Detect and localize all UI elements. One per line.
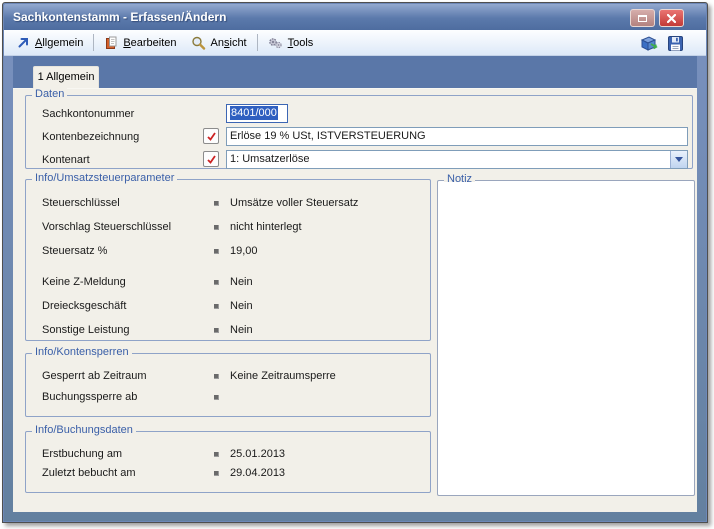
group-buchungsdaten: Info/Buchungsdaten Erstbuchung am 25.01.… [25, 424, 431, 493]
row-label: Steuersatz % [42, 245, 108, 257]
row-value: 29.04.2013 [230, 467, 286, 479]
maximize-button[interactable] [630, 9, 655, 27]
field-row-sachkontonummer: Sachkontonummer 8401/000 [26, 104, 692, 125]
bullet-icon [214, 374, 219, 379]
edit-document-icon [106, 36, 117, 49]
bullet-icon [214, 304, 219, 309]
group-kontensperren: Info/Kontensperren Gesperrt ab Zeitraum … [25, 346, 431, 417]
group-notiz: Notiz [437, 173, 695, 496]
magnifier-icon [191, 36, 205, 50]
red-check-icon [206, 131, 216, 141]
row-label: Keine Z-Meldung [42, 276, 126, 288]
info-row: Erstbuchung am 25.01.2013 [26, 443, 430, 462]
content-panel: Daten Sachkontonummer 8401/000 Kontenbez… [13, 88, 697, 512]
row-value: 25.01.2013 [230, 448, 286, 460]
menu-item-label: Bearbeiten [123, 36, 177, 49]
menu-item-tools[interactable]: Tools [261, 33, 321, 53]
menu-item-ansicht[interactable]: Ansicht [184, 33, 254, 53]
window-title: Sachkontenstamm - Erfassen/Ändern [13, 10, 227, 24]
bullet-icon [214, 471, 219, 476]
group-kontensperren-legend: Info/Kontensperren [32, 346, 132, 358]
kontenart-confirm-button[interactable] [203, 151, 219, 167]
row-label: Steuerschlüssel [42, 197, 120, 209]
row-value: Nein [230, 324, 253, 336]
bullet-icon [214, 280, 219, 285]
row-label: Vorschlag Steuerschlüssel [42, 221, 172, 233]
row-label: Buchungssperre ab [42, 391, 138, 403]
row-label: Erstbuchung am [42, 448, 123, 460]
bullet-icon [214, 328, 219, 333]
menu-item-bearbeiten[interactable]: Bearbeiten [97, 33, 183, 53]
info-row: Keine Z-Meldung Nein [26, 271, 430, 295]
gears-icon [268, 37, 282, 48]
toolbar-separator [256, 34, 258, 51]
row-label: Zuletzt bebucht am [42, 467, 136, 479]
group-buchungsdaten-legend: Info/Buchungsdaten [32, 424, 136, 436]
bullet-icon [214, 201, 219, 206]
sachkontonummer-label: Sachkontonummer [42, 108, 135, 120]
row-label: Sonstige Leistung [42, 324, 130, 336]
group-daten-legend: Daten [32, 88, 68, 100]
row-value: nicht hinterlegt [230, 221, 302, 233]
kontenbezeichnung-label: Kontenbezeichnung [42, 131, 140, 143]
menubar: Allgemein Bearbeiten Ansicht Tools [4, 30, 706, 56]
row-value: Keine Zeitraumsperre [230, 370, 336, 382]
row-value: 19,00 [230, 245, 258, 257]
maximize-icon [638, 14, 647, 22]
sachkontonummer-input[interactable]: 8401/000 [226, 104, 288, 123]
menu-item-label: Allgemein [35, 36, 84, 49]
close-button[interactable] [659, 9, 684, 27]
row-value: Nein [230, 276, 253, 288]
bullet-icon [214, 452, 219, 457]
info-row: Dreiecksgeschäft Nein [26, 295, 430, 319]
kontenart-label: Kontenart [42, 154, 90, 166]
sachkontonummer-value: 8401/000 [230, 106, 278, 120]
kontenart-dropdown-button[interactable] [670, 151, 687, 168]
arrow-up-right-icon [18, 38, 28, 48]
info-row: Vorschlag Steuerschlüssel nicht hinterle… [26, 216, 430, 240]
kontenart-dropdown[interactable]: 1: Umsatzerlöse [226, 150, 688, 169]
group-umsatzsteuerparameter-legend: Info/Umsatzsteuerparameter [32, 172, 178, 184]
tab-allgemein[interactable]: 1 Allgemein [33, 66, 99, 88]
notiz-textarea[interactable] [439, 182, 693, 494]
bullet-icon [214, 395, 219, 400]
kontenbezeichnung-input[interactable]: Erlöse 19 % USt, ISTVERSTEUERUNG [226, 127, 688, 146]
info-row: Buchungssperre ab [26, 386, 430, 407]
bullet-icon [214, 249, 219, 254]
info-row: Sonstige Leistung Nein [26, 319, 430, 343]
group-umsatzsteuerparameter: Info/Umsatzsteuerparameter Steuerschlüss… [25, 172, 431, 343]
kontenbezeichnung-confirm-button[interactable] [203, 128, 219, 144]
toolbar-separator [93, 34, 95, 51]
save-floppy-icon[interactable] [667, 35, 684, 52]
info-row: Steuerschlüssel Umsätze voller Steuersat… [26, 192, 430, 216]
info-row: Zuletzt bebucht am 29.04.2013 [26, 462, 430, 481]
window-frame: 1 Allgemein Daten Sachkontonummer 8401/0… [4, 56, 706, 521]
field-row-kontenart: Kontenart 1: Umsatzerlöse [26, 150, 692, 171]
titlebar: Sachkontenstamm - Erfassen/Ändern [4, 4, 706, 30]
row-value: Nein [230, 300, 253, 312]
info-row: Steuersatz % 19,00 [26, 240, 430, 264]
menu-item-label: Tools [287, 36, 314, 49]
row-label: Gesperrt ab Zeitraum [42, 370, 147, 382]
kontenart-value: 1: Umsatzerlöse [230, 153, 310, 165]
row-label: Dreiecksgeschäft [42, 300, 127, 312]
row-value: Umsätze voller Steuersatz [230, 197, 359, 209]
group-daten: Daten Sachkontonummer 8401/000 Kontenbez… [25, 88, 693, 171]
kontenbezeichnung-value: Erlöse 19 % USt, ISTVERSTEUERUNG [230, 130, 426, 142]
export-package-icon[interactable] [639, 34, 658, 52]
red-check-icon [206, 154, 216, 164]
tab-strip: 1 Allgemein [13, 56, 697, 88]
close-icon [667, 13, 676, 23]
row-spacer [26, 264, 430, 271]
app-window: Sachkontenstamm - Erfassen/Ändern Allgem… [2, 2, 708, 523]
menu-item-allgemein[interactable]: Allgemein [10, 33, 90, 52]
menu-item-label: Ansicht [210, 36, 247, 49]
toolbar-right-icons [639, 34, 684, 52]
info-row: Gesperrt ab Zeitraum Keine Zeitraumsperr… [26, 365, 430, 386]
chevron-down-icon [675, 157, 683, 162]
field-row-kontenbezeichnung: Kontenbezeichnung Erlöse 19 % USt, ISTVE… [26, 127, 692, 148]
bullet-icon [214, 225, 219, 230]
